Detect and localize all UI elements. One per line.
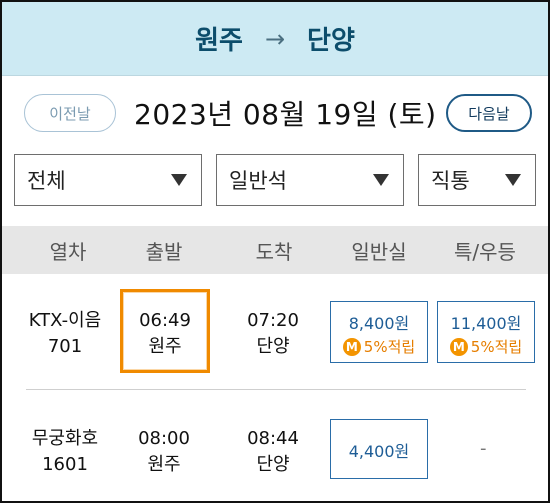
col-special: 특/우등 bbox=[454, 239, 516, 264]
origin-station: 원주 bbox=[195, 26, 243, 56]
mileage-text: 5%적립 bbox=[363, 338, 416, 356]
mileage-badge: M 5%적립 bbox=[438, 336, 534, 357]
arrival-time: 07:20 bbox=[247, 310, 299, 331]
mileage-text: 5%적립 bbox=[470, 338, 523, 356]
arrival-station: 단양 bbox=[256, 454, 290, 475]
prev-day-button[interactable]: 이전날 bbox=[24, 94, 116, 132]
seat-class-select[interactable]: 일반석 bbox=[216, 154, 404, 206]
route-type-select[interactable]: 직통 bbox=[418, 154, 536, 206]
selected-date: 2023년 08월 19일 (토) bbox=[134, 98, 437, 131]
special-fare: 11,400원 bbox=[450, 314, 522, 333]
col-general: 일반실 bbox=[351, 239, 407, 264]
train-name: 무궁화호 1601 bbox=[6, 426, 124, 478]
col-train: 열차 bbox=[49, 239, 87, 264]
departure-info: 08:00 원주 bbox=[116, 426, 212, 478]
next-day-button[interactable]: 다음날 bbox=[446, 94, 532, 132]
departure-station: 원주 bbox=[147, 454, 181, 475]
app-frame: 원주 → 단양 이전날 2023년 08월 19일 (토) 다음날 전체 일반석… bbox=[0, 0, 550, 503]
destination-station: 단양 bbox=[307, 26, 355, 56]
date-navigation: 이전날 2023년 08월 19일 (토) 다음날 bbox=[2, 76, 548, 150]
train-name-text: 무궁화호 bbox=[31, 428, 99, 449]
table-header: 열차 출발 도착 일반실 특/우등 bbox=[2, 226, 548, 274]
general-fare: 8,400원 bbox=[348, 314, 410, 333]
row-divider bbox=[26, 389, 526, 390]
general-fare-button[interactable]: 8,400원 M 5%적립 bbox=[330, 301, 428, 363]
departure-info: 06:49 원주 bbox=[120, 308, 210, 360]
col-arrival: 도착 bbox=[255, 239, 293, 264]
train-type-value: 전체 bbox=[27, 169, 66, 193]
mileage-badge: M 5%적립 bbox=[331, 336, 427, 357]
general-fare: 4,400원 bbox=[348, 442, 410, 461]
general-fare-button[interactable]: 4,400원 bbox=[330, 419, 428, 479]
arrow-right-icon: → bbox=[264, 24, 286, 53]
train-name: KTX-이음 701 bbox=[6, 308, 124, 360]
train-number: 1601 bbox=[42, 454, 88, 475]
arrival-time: 08:44 bbox=[247, 428, 299, 449]
col-departure: 출발 bbox=[145, 239, 183, 264]
train-number: 701 bbox=[47, 336, 83, 357]
arrival-info: 07:20 단양 bbox=[228, 308, 318, 360]
route-header: 원주 → 단양 bbox=[2, 2, 548, 76]
special-fare-unavailable: - bbox=[480, 438, 487, 459]
departure-time: 08:00 bbox=[138, 428, 190, 449]
mileage-icon: M bbox=[342, 337, 361, 356]
mileage-icon: M bbox=[449, 337, 468, 356]
chevron-down-icon bbox=[171, 174, 187, 186]
seat-class-value: 일반석 bbox=[229, 169, 287, 193]
chevron-down-icon bbox=[373, 174, 389, 186]
arrival-station: 단양 bbox=[256, 336, 290, 357]
special-fare-button[interactable]: 11,400원 M 5%적립 bbox=[437, 301, 535, 363]
departure-time: 06:49 bbox=[139, 310, 191, 331]
train-type-select[interactable]: 전체 bbox=[14, 154, 202, 206]
departure-station: 원주 bbox=[148, 336, 182, 357]
route-type-value: 직통 bbox=[431, 169, 470, 193]
arrival-info: 08:44 단양 bbox=[228, 426, 318, 478]
chevron-down-icon bbox=[505, 174, 521, 186]
train-name-text: KTX-이음 bbox=[28, 310, 102, 331]
